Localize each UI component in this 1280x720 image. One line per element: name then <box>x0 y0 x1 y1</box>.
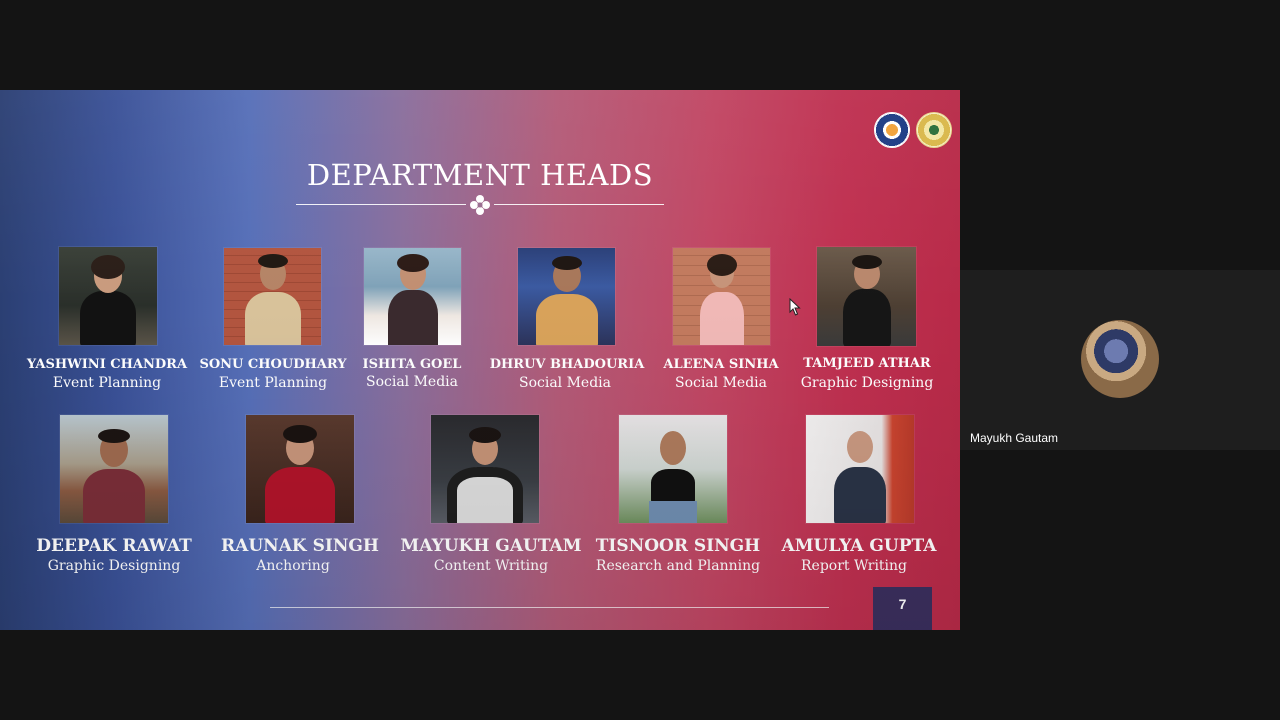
team-member-role: Graphic Designing <box>47 558 181 574</box>
team-member-name: TAMJEED ATHAR <box>803 356 931 371</box>
team-member-name: SONU CHOUDHARY <box>199 357 347 372</box>
team-member-role: Event Planning <box>52 375 162 391</box>
team-member-photo <box>806 415 914 523</box>
team-member-name: TISNOOR SINGH <box>595 536 761 556</box>
team-member-photo <box>60 415 168 523</box>
team-member-name: RAUNAK SINGH <box>221 536 379 556</box>
team-member-role: Social Media <box>674 375 768 391</box>
mouse-pointer-icon <box>789 298 801 316</box>
presentation-slide: DEPARTMENT HEADS YASHWINI CHANDRA Event … <box>0 90 960 630</box>
team-member-role: Content Writing <box>433 558 549 574</box>
team-member-role: Social Media <box>365 374 459 390</box>
shared-screen: DEPARTMENT HEADS YASHWINI CHANDRA Event … <box>0 0 960 720</box>
title-divider <box>296 193 664 217</box>
slide-page-number: 7 <box>873 587 932 630</box>
team-member-role: Event Planning <box>218 375 328 391</box>
team-member-role: Report Writing <box>801 558 907 574</box>
team-member-name: YASHWINI CHANDRA <box>26 357 188 372</box>
team-member-photo <box>431 415 539 523</box>
team-member-photo <box>619 415 727 523</box>
team-member-role: Social Media <box>518 375 612 391</box>
team-member-name: DEEPAK RAWAT <box>36 536 192 556</box>
participant-avatar <box>1081 320 1159 398</box>
team-member-photo <box>518 248 615 345</box>
institution-logos <box>872 110 956 150</box>
team-member-name: ISHITA GOEL <box>362 357 462 372</box>
team-member-photo <box>364 248 461 345</box>
team-member-photo <box>59 247 157 345</box>
video-call-window: DEPARTMENT HEADS YASHWINI CHANDRA Event … <box>0 0 1280 720</box>
team-member-photo <box>673 248 770 345</box>
team-member-name: MAYUKH GAUTAM <box>400 536 582 556</box>
college-logo <box>874 112 910 148</box>
team-member-role: Research and Planning <box>595 558 761 574</box>
team-member-name: ALEENA SINHA <box>663 357 779 372</box>
team-member-photo <box>246 415 354 523</box>
slide-title: DEPARTMENT HEADS <box>306 158 654 192</box>
team-member-photo <box>817 247 916 346</box>
team-member-name: DHRUV BHADOURIA <box>489 357 645 372</box>
ornament-icon <box>470 195 490 215</box>
footer-line <box>270 607 829 608</box>
team-member-photo <box>224 248 321 345</box>
team-member-role: Graphic Designing <box>800 375 934 391</box>
participant-tile[interactable]: Mayukh Gautam <box>960 270 1280 450</box>
participant-name: Mayukh Gautam <box>970 431 1059 445</box>
team-member-name: AMULYA GUPTA <box>781 536 937 556</box>
university-seal <box>916 112 952 148</box>
team-member-role: Anchoring <box>256 558 330 574</box>
